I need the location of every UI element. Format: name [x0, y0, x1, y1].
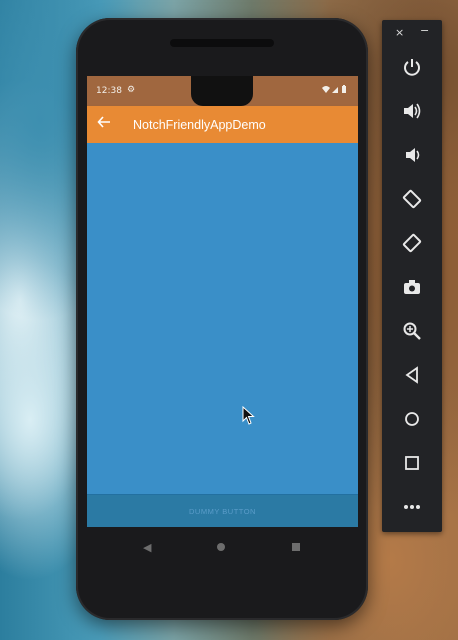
status-bar: 12:38 ⚙: [87, 76, 358, 106]
dummy-button[interactable]: DUMMY BUTTON: [87, 495, 358, 527]
speaker-grille: [170, 39, 274, 47]
nav-home-icon[interactable]: [217, 543, 225, 551]
camera-icon[interactable]: [396, 271, 428, 303]
zoom-icon[interactable]: [396, 315, 428, 347]
power-icon[interactable]: [396, 51, 428, 83]
app-title: NotchFriendlyAppDemo: [133, 118, 266, 132]
more-icon[interactable]: [396, 491, 428, 523]
volume-up-icon[interactable]: [396, 95, 428, 127]
phone-frame: 12:38 ⚙ NotchFriendlyAppDemo DUMMY BUTTO…: [76, 18, 368, 620]
rotate-right-icon[interactable]: [396, 227, 428, 259]
bottom-bar: DUMMY BUTTON: [87, 494, 358, 527]
nav-back-icon[interactable]: ◀: [143, 541, 151, 554]
volume-down-icon[interactable]: [396, 139, 428, 171]
status-icons: [322, 85, 348, 97]
display-notch: [191, 76, 253, 106]
back-triangle-icon[interactable]: [396, 359, 428, 391]
home-circle-icon[interactable]: [396, 403, 428, 435]
overview-square-icon[interactable]: [396, 447, 428, 479]
arrow-left-icon[interactable]: [97, 115, 111, 132]
close-icon[interactable]: ×: [395, 26, 404, 39]
status-time: 12:38: [96, 86, 122, 96]
emulator-toolbar: × −: [382, 20, 442, 532]
system-nav-bar: ◀: [87, 527, 358, 571]
gear-icon: ⚙: [127, 85, 136, 95]
device-screen: 12:38 ⚙ NotchFriendlyAppDemo DUMMY BUTTO…: [87, 76, 358, 527]
minimize-icon[interactable]: −: [420, 24, 429, 37]
app-bar: NotchFriendlyAppDemo: [87, 106, 358, 143]
nav-recent-icon[interactable]: [292, 543, 300, 551]
rotate-left-icon[interactable]: [396, 183, 428, 215]
wifi-signal-battery-icon: [322, 85, 346, 93]
content-area: [87, 143, 358, 494]
mouse-cursor-icon: [242, 405, 256, 426]
toolbar-window-controls: × −: [382, 20, 442, 46]
